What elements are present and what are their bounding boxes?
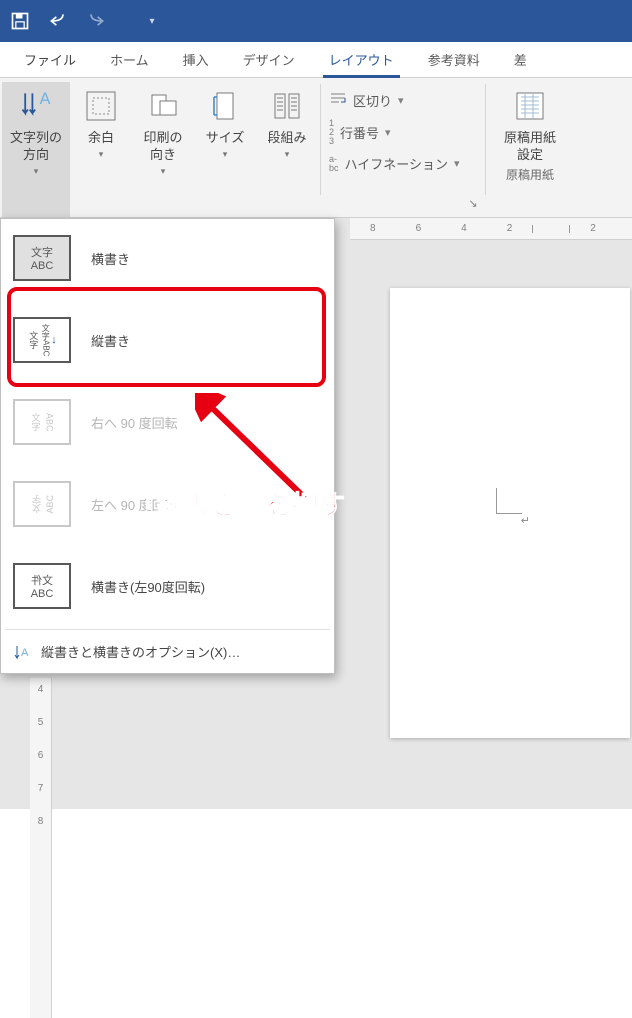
ribbon-tabs: ファイル ホーム 挿入 デザイン レイアウト 参考資料 差	[0, 42, 632, 78]
vertical-ruler[interactable]: 4 5 6 7 8	[30, 678, 52, 1018]
ribbon-body: A 文字列の 方向 ▾ 余白 ▾ 印刷の 向き ▾ サイズ ▾	[0, 78, 632, 218]
tab-diff[interactable]: 差	[500, 42, 541, 77]
dropdown-options-label: 縦書きと横書きのオプション(X)…	[41, 642, 240, 661]
size-button[interactable]: サイズ ▾	[194, 82, 256, 217]
dropdown-item-label: 横書き	[91, 249, 130, 268]
text-direction-icon: A	[18, 88, 54, 124]
breaks-icon	[329, 90, 347, 111]
text-direction-small-icon: A	[13, 643, 31, 661]
orientation-icon	[145, 88, 181, 124]
dropdown-item-options[interactable]: A 縦書きと横書きのオプション(X)…	[1, 632, 334, 673]
group-manuscript-label: 原稿用紙	[488, 164, 572, 187]
tab-file[interactable]: ファイル	[10, 42, 90, 77]
undo-icon[interactable]	[44, 7, 72, 35]
group-page-layout-btns: A 文字列の 方向 ▾ 余白 ▾ 印刷の 向き ▾ サイズ ▾	[0, 78, 320, 217]
tab-design[interactable]: デザイン	[229, 42, 309, 77]
dropdown-separator	[5, 629, 330, 630]
line-numbers-label: 行番号	[340, 123, 379, 142]
caret-icon: ▾	[34, 166, 39, 177]
tab-home[interactable]: ホーム	[96, 42, 163, 77]
dropdown-item-label: 左へ 90 度回転	[91, 495, 178, 514]
tab-insert[interactable]: 挿入	[169, 42, 223, 77]
text-direction-button[interactable]: A 文字列の 方向 ▾	[2, 82, 70, 217]
margin-corner-mark	[496, 488, 522, 514]
group-page-setup-rows: 区切り ▾ 123 行番号 ▾ a-bc ハイフネーション ▾ ↘	[321, 78, 485, 217]
horizontal-ruler[interactable]: 8 6 4 2 2 4	[350, 218, 632, 240]
tab-layout[interactable]: レイアウト	[315, 42, 408, 77]
rotate-right-thumb-icon: 文字 ABC	[13, 399, 71, 445]
tab-references[interactable]: 参考資料	[414, 42, 494, 77]
breaks-label: 区切り	[353, 91, 392, 110]
margins-icon	[83, 88, 119, 124]
caret-icon: ▾	[99, 149, 104, 160]
rotate-left-thumb-icon: 文字 ABC	[13, 481, 71, 527]
dropdown-item-label: 縦書き	[91, 331, 130, 350]
dropdown-item-rotate-right: 文字 ABC 右へ 90 度回転	[1, 381, 334, 463]
columns-icon	[269, 88, 305, 124]
orientation-label: 印刷の 向き	[144, 130, 183, 164]
qat-customize-icon[interactable]: ▾	[138, 7, 166, 35]
caret-icon: ▾	[223, 149, 228, 160]
dropdown-item-horizontal[interactable]: 文字 ABC 横書き	[1, 225, 334, 299]
vertical-thumb-icon: 文字 文字ABC ↓	[13, 317, 71, 363]
manuscript-icon	[512, 88, 548, 124]
columns-label: 段組み	[268, 130, 307, 147]
page-setup-dialog-launcher[interactable]: ↘	[465, 197, 481, 213]
manuscript-label: 原稿用紙 設定	[504, 130, 556, 164]
caret-icon: ▾	[161, 166, 166, 177]
size-label: サイズ	[206, 130, 245, 147]
text-direction-label: 文字列の 方向	[10, 130, 62, 164]
hyphenation-icon: a-bc	[329, 155, 339, 173]
line-numbers-button[interactable]: 123 行番号 ▾	[329, 119, 477, 146]
hyphenation-button[interactable]: a-bc ハイフネーション ▾	[329, 154, 477, 173]
margins-label: 余白	[88, 130, 114, 147]
caret-icon: ▾	[454, 157, 460, 170]
text-direction-dropdown: 文字 ABC 横書き 文字 文字ABC ↓ 縦書き 文字 ABC 右へ 90 度…	[0, 218, 335, 674]
dropdown-item-label: 横書き(左90度回転)	[91, 577, 205, 596]
horizontal-rotated-thumb-icon: 文件 ABC	[13, 563, 71, 609]
orientation-button[interactable]: 印刷の 向き ▾	[132, 82, 194, 217]
dropdown-item-rotate-left: 文字 ABC 左へ 90 度回転	[1, 463, 334, 545]
dropdown-item-label: 右へ 90 度回転	[91, 413, 178, 432]
size-icon	[207, 88, 243, 124]
manuscript-button[interactable]: 原稿用紙 設定	[488, 82, 572, 164]
horizontal-thumb-icon: 文字 ABC	[13, 235, 71, 281]
caret-icon: ▾	[385, 126, 391, 139]
dropdown-item-horizontal-rotated[interactable]: 文件 ABC 横書き(左90度回転)	[1, 545, 334, 627]
breaks-button[interactable]: 区切り ▾	[329, 90, 477, 111]
title-bar: ▾	[0, 0, 632, 42]
hyphenation-label: ハイフネーション	[345, 154, 448, 173]
dropdown-item-vertical[interactable]: 文字 文字ABC ↓ 縦書き	[1, 299, 334, 381]
redo-icon[interactable]	[82, 7, 110, 35]
svg-text:A: A	[21, 647, 29, 659]
caret-icon: ▾	[285, 149, 290, 160]
document-page[interactable]: ↵	[390, 288, 630, 738]
columns-button[interactable]: 段組み ▾	[256, 82, 318, 217]
group-manuscript: 原稿用紙 設定 原稿用紙	[486, 78, 574, 217]
caret-icon: ▾	[398, 94, 404, 107]
paragraph-mark-icon: ↵	[521, 514, 530, 527]
margins-button[interactable]: 余白 ▾	[70, 82, 132, 217]
line-numbers-icon: 123	[329, 119, 334, 146]
save-icon[interactable]	[6, 7, 34, 35]
svg-text:A: A	[40, 90, 51, 108]
